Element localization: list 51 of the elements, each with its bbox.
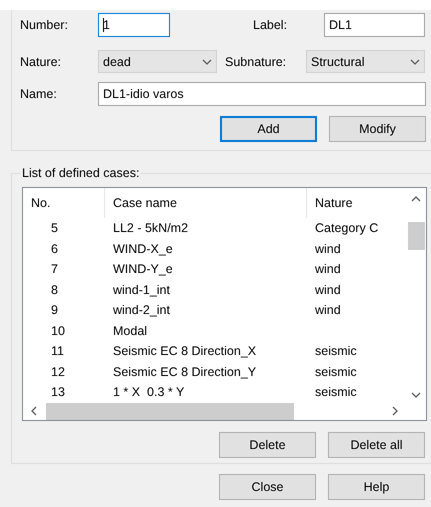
scrollbar-thumb[interactable] [46,402,294,420]
table-cell-text: wind-2_int [112,303,171,318]
column-header[interactable]: No. [23,188,105,218]
dialog-button[interactable]: Close [219,474,316,500]
table-cell-text: Category C [314,221,380,236]
field-label: Name: [20,87,58,101]
table-cell-text: 13 [50,385,66,400]
table-cell-text: 10 [50,324,66,338]
table-cell-text: 7 [50,262,59,276]
dialog-button[interactable]: Delete all [328,432,425,458]
field-label: Number: [20,18,69,32]
scroll-right-icon[interactable] [390,406,400,416]
table-cell-text: wind [314,282,342,297]
table-cell-text: 5 [50,221,59,236]
table-cell-text: Modal [112,324,148,338]
table-cell-text: 1 * X 0.3 * Y [112,385,186,400]
table-cell-text: 9 [50,303,59,318]
table-cell-text: wind-1_int [112,282,171,297]
dialog-button[interactable]: Delete [219,432,316,458]
table-cell-text: WIND-X_e [112,242,174,256]
scroll-left-icon[interactable] [29,406,39,416]
table-cell-text: wind [314,262,342,276]
dialog-button[interactable]: Help [328,474,425,500]
scroll-down-icon[interactable] [411,390,421,400]
table-cell-text: seismic [314,344,358,358]
label-field[interactable]: DL1 [324,13,425,37]
number-field[interactable]: 1 [98,13,170,37]
table-cell-text: Seismic EC 8 Direction_X [112,344,258,358]
table-cell-text: 12 [50,364,66,379]
column-header[interactable]: Case name [105,188,307,218]
scroll-up-icon[interactable] [411,194,421,204]
table-cell-text: wind [314,303,342,318]
field-label: Nature: [20,54,62,68]
field-label: Label: [253,18,288,32]
table-cell-text: wind [314,242,342,256]
scrollbar-thumb[interactable] [408,222,424,250]
table-cell-text: Seismic EC 8 Direction_Y [112,364,258,379]
table-cell-text: 11 [50,344,65,358]
dialog-button[interactable]: Add [220,116,317,142]
name-field[interactable]: DL1-idio varos [98,82,426,106]
subnature-dropdown[interactable]: Structural [306,50,425,73]
table-cell-text: 8 [50,282,59,297]
table-cell-text: seismic [314,385,358,400]
table-cell-text: 6 [50,242,59,256]
group-title: List of defined cases: [20,166,142,180]
field-label: Subnature: [225,54,288,68]
table-cell-text: WIND-Y_e [112,262,174,276]
nature-dropdown[interactable]: dead [98,50,217,73]
dialog-button[interactable]: Modify [329,116,426,142]
table-cell-text: LL2 - 5kN/m2 [112,221,190,236]
table-cell-text: seismic [314,364,358,379]
